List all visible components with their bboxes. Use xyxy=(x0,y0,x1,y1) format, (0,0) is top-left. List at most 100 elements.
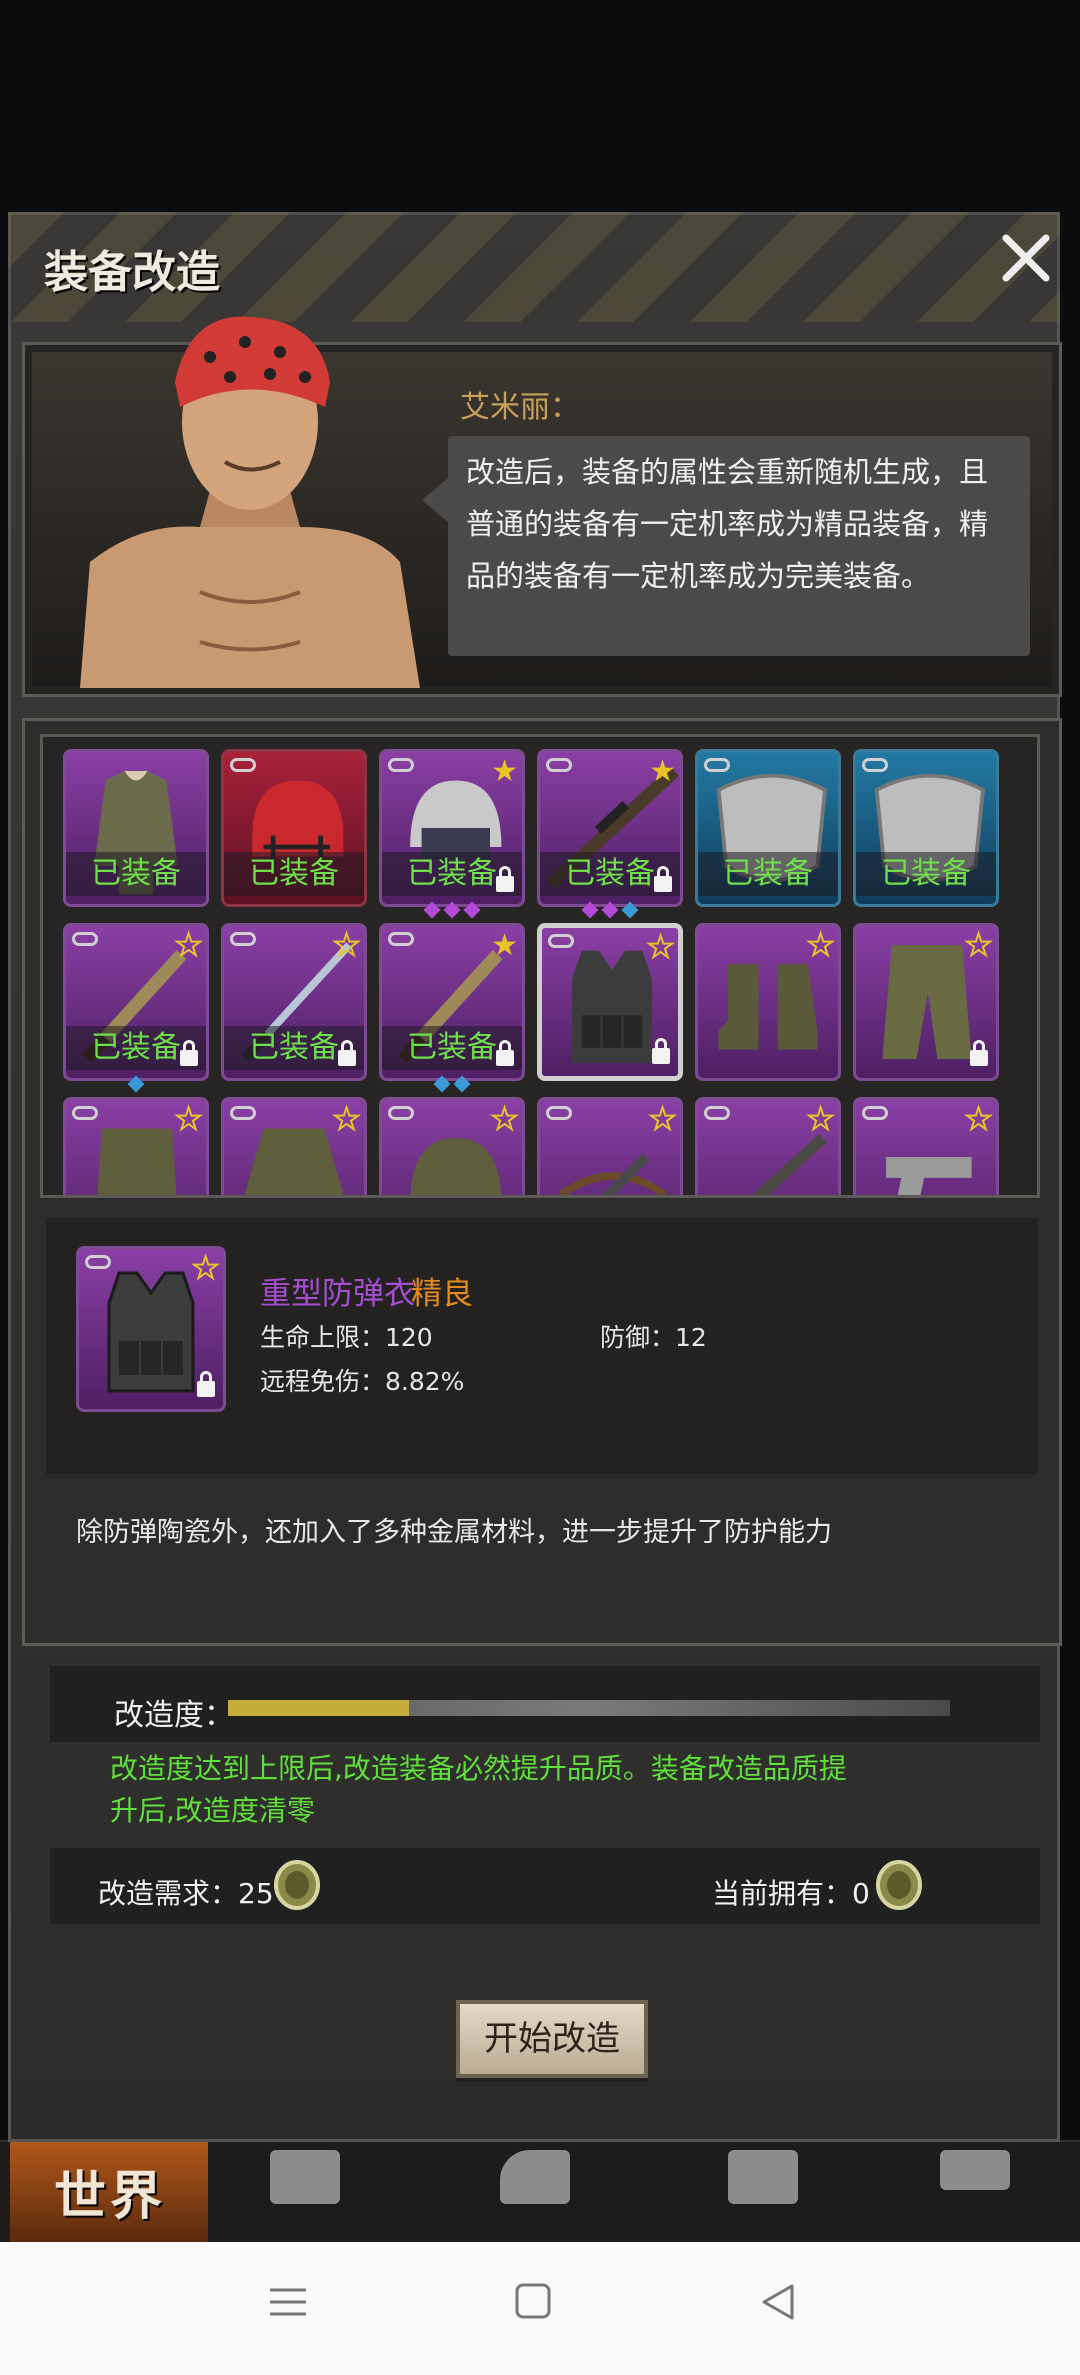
inventory-slot[interactable]: ★ 已装备 xyxy=(63,923,209,1081)
stat-max-hp: 生命上限：120 xyxy=(260,1323,433,1352)
star-icon: ★ xyxy=(964,927,993,964)
cart-icon[interactable] xyxy=(940,2150,1010,2190)
lock-icon xyxy=(970,1040,988,1066)
link-icon xyxy=(548,934,574,948)
lock-icon xyxy=(496,1040,514,1066)
link-icon xyxy=(546,1106,572,1120)
star-icon: ★ xyxy=(490,1101,519,1138)
inventory-slot[interactable]: ★ 已装备 xyxy=(379,923,525,1081)
star-icon: ★ xyxy=(332,927,361,964)
gem-icon xyxy=(453,1075,471,1093)
gem-icon xyxy=(127,1075,145,1093)
star-icon: ★ xyxy=(174,1101,203,1138)
star-icon: ★ xyxy=(646,929,675,966)
equipped-label: 已装备 xyxy=(698,852,838,896)
inventory-slot[interactable]: ★ xyxy=(221,1097,367,1195)
lock-icon xyxy=(180,1040,198,1066)
npc-portrait xyxy=(80,316,420,688)
inventory-slot[interactable]: ★ xyxy=(537,923,683,1081)
link-icon xyxy=(546,758,572,772)
selected-item-slot: ★ xyxy=(76,1246,226,1412)
star-icon: ★ xyxy=(174,927,203,964)
equipped-label: 已装备 xyxy=(224,852,364,896)
star-icon: ★ xyxy=(648,1101,677,1138)
inventory-slot[interactable]: ★ 已装备 xyxy=(379,749,525,907)
star-icon: ★ xyxy=(806,927,835,964)
link-icon xyxy=(704,1106,730,1120)
inventory-slot[interactable]: ★ 已装备 xyxy=(537,749,683,907)
link-icon xyxy=(72,1106,98,1120)
star-icon: ★ xyxy=(964,1101,993,1138)
inventory-slot[interactable]: ★ xyxy=(63,1097,209,1195)
gem-icon xyxy=(601,901,619,919)
npc-name: 艾米丽： xyxy=(460,390,580,425)
star-icon: ★ xyxy=(806,1101,835,1138)
link-icon xyxy=(388,932,414,946)
nav-world-tab[interactable]: 世界 xyxy=(10,2140,208,2242)
gem-sockets xyxy=(126,1075,146,1093)
link-icon xyxy=(862,758,888,772)
link-icon xyxy=(230,1106,256,1120)
inventory-slot[interactable]: ★ xyxy=(695,923,841,1081)
item-description: 除防弹陶瓷外，还加入了多种金属材料，进一步提升了防护能力 xyxy=(76,1517,832,1548)
lock-icon xyxy=(496,866,514,892)
star-icon: ★ xyxy=(491,754,518,789)
speech-bubble-tail xyxy=(422,476,450,524)
progress-label: 改造度： xyxy=(114,1698,234,1733)
close-icon[interactable] xyxy=(996,228,1056,288)
inventory-slot[interactable]: 已装备 xyxy=(63,749,209,907)
equipped-label: 已装备 xyxy=(856,852,996,896)
menu-icon[interactable] xyxy=(268,2282,308,2322)
nav-world-label: 世界 xyxy=(54,2167,167,2227)
link-icon xyxy=(704,758,730,772)
character-icon[interactable] xyxy=(500,2150,570,2204)
item-name: 重型防弹衣 xyxy=(260,1276,415,1312)
inventory-slot[interactable]: 已装备 xyxy=(221,749,367,907)
gem-icon xyxy=(463,901,481,919)
grid-menu-icon[interactable] xyxy=(728,2150,798,2204)
gem-sockets xyxy=(580,901,640,919)
star-icon: ★ xyxy=(491,928,518,963)
lock-icon xyxy=(652,1038,670,1064)
inventory-slot[interactable]: 已装备 xyxy=(853,749,999,907)
inventory-slot[interactable]: ★ xyxy=(379,1097,525,1195)
inventory-slot[interactable]: ★ 已装备 xyxy=(221,923,367,1081)
gem-sockets xyxy=(422,901,482,919)
owned-label: 当前拥有：0 xyxy=(712,1877,870,1910)
stat-defense: 防御：12 xyxy=(600,1323,707,1352)
gem-icon xyxy=(423,901,441,919)
coin-icon xyxy=(876,1860,922,1910)
back-icon[interactable] xyxy=(758,2282,798,2322)
progress-fill xyxy=(228,1700,409,1716)
link-icon xyxy=(230,758,256,772)
inventory-slot[interactable]: ★ xyxy=(537,1097,683,1195)
gem-icon xyxy=(621,901,639,919)
link-icon xyxy=(72,932,98,946)
star-icon: ★ xyxy=(649,754,676,789)
equipped-label: 已装备 xyxy=(66,852,206,896)
gem-icon xyxy=(581,901,599,919)
dialog-title: 装备改造 xyxy=(44,247,220,298)
inventory-slot[interactable]: 已装备 xyxy=(695,749,841,907)
inventory-slot[interactable]: ★ xyxy=(853,923,999,1081)
link-icon xyxy=(388,1106,414,1120)
stat-ranged-reduction: 远程免伤：8.82% xyxy=(260,1367,465,1396)
requirement-label: 改造需求：25 xyxy=(98,1877,274,1910)
lock-icon xyxy=(197,1371,215,1397)
coin-icon xyxy=(274,1860,320,1910)
gem-icon xyxy=(443,901,461,919)
link-icon xyxy=(862,1106,888,1120)
gem-icon xyxy=(433,1075,451,1093)
npc-speech-text: 改造后，装备的属性会重新随机生成，且普通的装备有一定机率成为精品装备，精品的装备… xyxy=(466,455,989,593)
inventory-slot[interactable]: ★ xyxy=(695,1097,841,1195)
backpack-icon[interactable] xyxy=(270,2150,340,2204)
gem-sockets xyxy=(432,1075,472,1093)
inventory-slot[interactable]: ★ xyxy=(853,1097,999,1195)
lock-icon xyxy=(654,866,672,892)
start-modify-button[interactable]: 开始改造 xyxy=(456,2000,648,2078)
link-icon xyxy=(388,758,414,772)
home-icon[interactable] xyxy=(514,2282,554,2322)
lock-icon xyxy=(338,1040,356,1066)
inventory-grid[interactable]: 已装备 已装备 ★ 已装备 ★ 已装备 已装备 已装备 ★ 已装备 ★ 已装备 ★ 已装备 ★ ★ ★ ★ ★ ★ ★ ★… xyxy=(40,734,1040,1198)
item-quality: 精良 xyxy=(411,1276,473,1312)
